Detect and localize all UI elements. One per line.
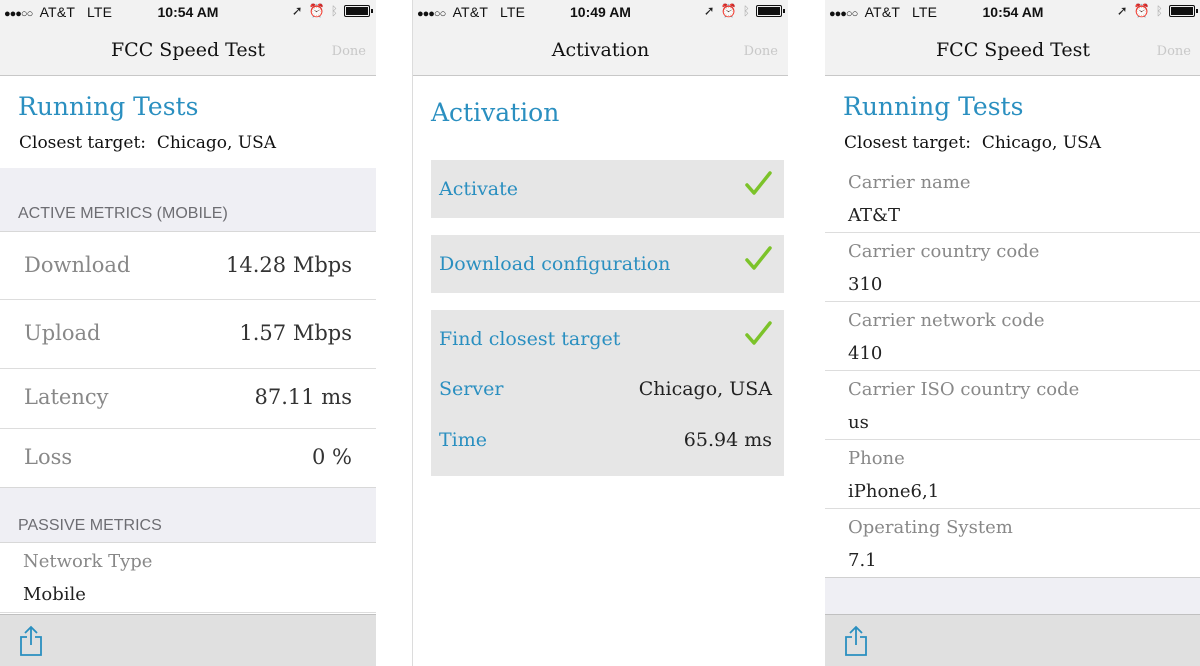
content-area: Running Tests Closest target: Chicago, U… — [825, 76, 1200, 666]
bluetooth-icon: ᛒ — [330, 4, 338, 18]
info-value: us — [848, 412, 869, 433]
info-key: Carrier name — [848, 172, 971, 193]
status-bar: ●●●○○ AT&T LTE 10:49 AM ➚ ⏰ ᛒ — [413, 0, 788, 24]
step-label: Find closest target — [439, 328, 621, 350]
time-label: Time — [439, 429, 488, 451]
navigation-bar: FCC Speed Test Done — [825, 24, 1200, 76]
info-row-carrier-iso-country-code: Carrier ISO country code us — [825, 371, 1200, 440]
info-key: Carrier country code — [848, 241, 1040, 262]
nav-title: FCC Speed Test — [111, 39, 265, 61]
metric-label: Download — [24, 253, 131, 277]
alarm-clock-icon: ⏰ — [720, 3, 737, 18]
info-key: Operating System — [848, 517, 1013, 538]
metric-row-upload: Upload 1.57 Mbps — [0, 300, 376, 369]
done-button[interactable]: Done — [744, 44, 778, 59]
page-heading: Activation — [431, 98, 560, 127]
metric-label: Latency — [24, 385, 109, 409]
closest-target-value: Chicago, USA — [156, 133, 277, 153]
bottom-toolbar — [825, 614, 1200, 666]
battery-icon — [756, 5, 785, 17]
battery-icon — [344, 5, 373, 17]
done-button[interactable]: Done — [332, 44, 366, 59]
metric-row-loss: Loss 0 % — [0, 429, 376, 487]
section-header-active-metrics: ACTIVE METRICS (MOBILE) — [0, 168, 376, 232]
info-key: Network Type — [23, 551, 153, 572]
info-key: Carrier ISO country code — [848, 379, 1080, 400]
battery-icon — [1169, 5, 1198, 17]
closest-target: Closest target: Chicago, USA — [844, 133, 1101, 153]
share-icon[interactable] — [18, 625, 44, 657]
info-value: Mobile — [23, 584, 86, 605]
time-value: 65.94 ms — [683, 429, 772, 451]
status-bar: ●●●○○ AT&T LTE 10:54 AM ➚ ⏰ ᛒ — [825, 0, 1200, 24]
closest-target-label: Closest target: — [844, 133, 972, 153]
info-row-network-type: Network Type Mobile — [0, 543, 376, 613]
bluetooth-icon: ᛒ — [742, 4, 750, 18]
location-arrow-icon: ➚ — [1116, 3, 1128, 18]
metric-value: 87.11 ms — [254, 385, 352, 409]
step-label: Activate — [439, 178, 519, 200]
metric-row-download: Download 14.28 Mbps — [0, 232, 376, 300]
status-bar: ●●●○○ AT&T LTE 10:54 AM ➚ ⏰ ᛒ — [0, 0, 376, 24]
content-area: Activation Activate Download configurati… — [413, 76, 788, 666]
list-footer — [825, 578, 1200, 614]
info-key: Carrier network code — [848, 310, 1045, 331]
checkmark-icon — [745, 171, 772, 195]
bluetooth-icon: ᛒ — [1155, 4, 1163, 18]
server-label: Server — [439, 378, 504, 400]
bottom-toolbar — [0, 614, 376, 666]
metric-value: 0 % — [312, 445, 352, 469]
info-row-carrier-name: Carrier name AT&T — [825, 164, 1200, 233]
metric-value: 1.57 Mbps — [239, 321, 352, 345]
info-row-carrier-country-code: Carrier country code 310 — [825, 233, 1200, 302]
screen-activation: ●●●○○ AT&T LTE 10:49 AM ➚ ⏰ ᛒ Activation… — [412, 0, 788, 666]
info-value: 7.1 — [848, 550, 877, 571]
closest-target-value: Chicago, USA — [981, 133, 1102, 153]
download-configuration-step: Download configuration — [431, 235, 784, 293]
checkmark-icon — [745, 246, 772, 270]
alarm-clock-icon: ⏰ — [1133, 3, 1150, 18]
metric-value: 14.28 Mbps — [226, 253, 352, 277]
page-heading: Running Tests — [843, 92, 1024, 121]
info-value: AT&T — [848, 205, 901, 226]
info-row-operating-system: Operating System 7.1 — [825, 509, 1200, 578]
activate-step: Activate — [431, 160, 784, 218]
closest-target-label: Closest target: — [19, 133, 147, 153]
step-label: Download configuration — [439, 253, 671, 275]
alarm-clock-icon: ⏰ — [308, 3, 325, 18]
content-area: Running Tests Closest target: Chicago, U… — [0, 76, 376, 666]
find-closest-target-step: Find closest target Server Chicago, USA … — [431, 310, 784, 476]
info-row-phone: Phone iPhone6,1 — [825, 440, 1200, 509]
section-header-passive-metrics: PASSIVE METRICS — [0, 487, 376, 543]
navigation-bar: FCC Speed Test Done — [0, 24, 376, 76]
screen-speed-test-metrics: ●●●○○ AT&T LTE 10:54 AM ➚ ⏰ ᛒ FCC Speed … — [0, 0, 376, 666]
info-key: Phone — [848, 448, 905, 469]
share-icon[interactable] — [843, 625, 869, 657]
info-row-carrier-network-code: Carrier network code 410 — [825, 302, 1200, 371]
nav-title: Activation — [551, 39, 650, 61]
location-arrow-icon: ➚ — [703, 3, 715, 18]
screen-device-info: ●●●○○ AT&T LTE 10:54 AM ➚ ⏰ ᛒ FCC Speed … — [825, 0, 1200, 666]
server-value: Chicago, USA — [638, 378, 772, 400]
location-arrow-icon: ➚ — [291, 3, 303, 18]
page-heading: Running Tests — [18, 92, 199, 121]
navigation-bar: Activation Done — [413, 24, 788, 76]
closest-target: Closest target: Chicago, USA — [19, 133, 276, 153]
metric-row-latency: Latency 87.11 ms — [0, 369, 376, 429]
metric-label: Loss — [24, 445, 73, 469]
info-value: 410 — [848, 343, 883, 364]
done-button[interactable]: Done — [1157, 44, 1191, 59]
checkmark-icon — [745, 321, 772, 345]
info-value: iPhone6,1 — [848, 481, 940, 502]
metric-label: Upload — [24, 321, 101, 345]
nav-title: FCC Speed Test — [936, 39, 1090, 61]
info-value: 310 — [848, 274, 883, 295]
